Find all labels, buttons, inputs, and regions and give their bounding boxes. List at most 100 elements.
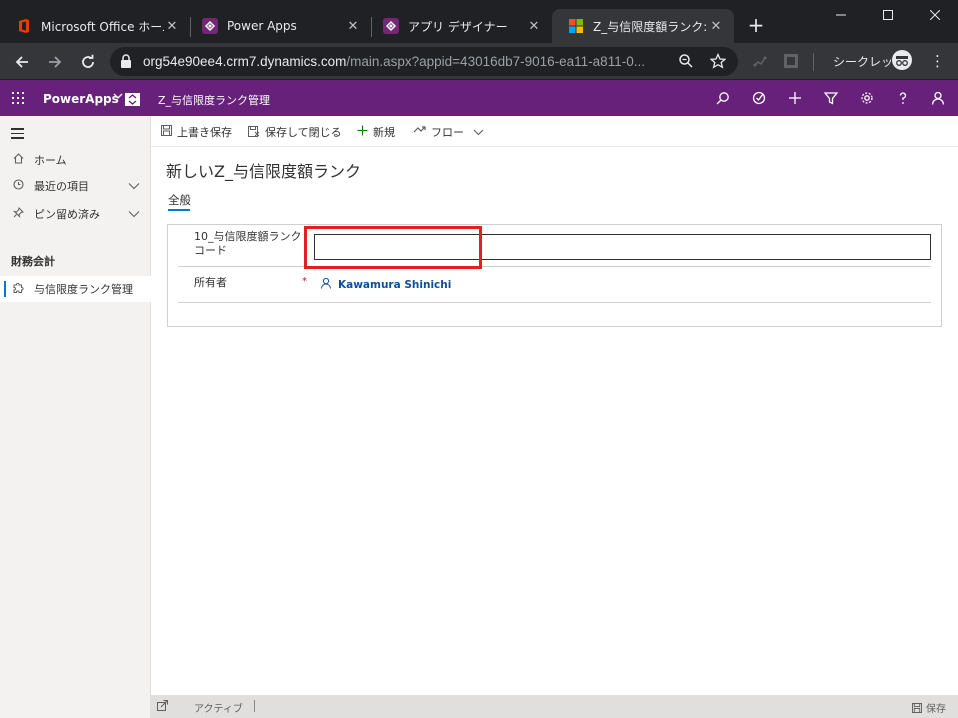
add-icon[interactable] [786, 89, 804, 107]
arrow-right-icon [49, 56, 62, 68]
save-label: 上書き保存 [177, 126, 232, 139]
lock-icon [121, 54, 131, 68]
required-indicator: * [302, 276, 307, 287]
owner-name: Kawamura Shinichi [338, 278, 452, 291]
arrow-left-icon [15, 56, 28, 68]
footer-save-label: 保存 [926, 704, 946, 715]
waffle-icon[interactable] [12, 92, 24, 104]
annotation-highlight-box [304, 226, 482, 269]
close-tab-icon[interactable]: ✕ [526, 19, 542, 34]
save-and-close-button[interactable]: 保存して閉じる [248, 124, 342, 140]
rank-code-label-line1: 10_与信限度額ランク [194, 230, 302, 243]
new-tab-button[interactable]: + [745, 14, 767, 36]
site-map-nav: ホーム 最近の項目 ピン留め済み 財務会計 与信限度ランク管理 [0, 116, 151, 718]
incognito-icon[interactable] [892, 50, 912, 70]
chevron-down-icon[interactable] [113, 91, 123, 104]
settings-gear-icon[interactable] [858, 89, 876, 107]
browser-tab-bar: Microsoft Office ホーム ✕ Power Apps ✕ アプリ … [0, 0, 958, 43]
flow-label: フロー [431, 126, 464, 139]
puzzle-icon [11, 282, 25, 297]
browser-tab-powerapps[interactable]: Power Apps ✕ [186, 9, 371, 43]
minimize-icon [836, 14, 846, 16]
open-in-new-window-icon[interactable] [157, 700, 168, 714]
search-icon[interactable] [714, 89, 732, 107]
plus-icon [357, 125, 368, 139]
owner-lookup-value[interactable]: Kawamura Shinichi [320, 277, 451, 292]
browser-tab-office[interactable]: Microsoft Office ホーム ✕ [0, 9, 190, 43]
task-icon[interactable] [750, 89, 768, 107]
new-button[interactable]: 新規 [357, 124, 395, 140]
bookmark-star-icon[interactable] [710, 53, 726, 69]
close-tab-icon[interactable]: ✕ [164, 19, 180, 34]
browser-tab-app-designer[interactable]: アプリ デザイナー ✕ [367, 9, 552, 43]
user-icon[interactable] [929, 89, 947, 107]
record-status: アクティブ [194, 704, 243, 715]
office-icon [19, 19, 29, 33]
extension-icon-2[interactable] [783, 53, 799, 69]
powerapps-icon [383, 18, 399, 34]
zoom-icon[interactable] [678, 53, 694, 69]
tab-title: Z_与信限度額ランク: 情 [593, 19, 708, 34]
microsoft-icon [569, 19, 583, 33]
footer-save-button[interactable]: 保存 [912, 700, 946, 715]
maximize-icon [883, 10, 893, 20]
person-icon [320, 277, 332, 292]
nav-item-label: ホーム [34, 154, 67, 167]
chevron-down-icon[interactable] [128, 180, 140, 193]
status-divider [254, 700, 255, 712]
browser-menu-icon[interactable]: ⋮ [930, 52, 945, 70]
app-header: PowerApps Z_与信限度ランク管理 [0, 80, 958, 116]
rank-code-label: 10_与信限度額ランク コード [194, 230, 302, 258]
save-and-close-label: 保存して閉じる [265, 126, 342, 139]
save-close-icon [248, 125, 260, 140]
address-bar[interactable]: org54e90ee4.crm7.dynamics.com/main.aspx?… [110, 47, 738, 76]
clock-icon [11, 179, 25, 193]
flow-icon [413, 125, 426, 139]
tab-general[interactable]: 全般 [168, 192, 191, 208]
reload-button[interactable] [76, 50, 100, 74]
tab-title: アプリ デザイナー [408, 19, 508, 34]
nav-item-home[interactable]: ホーム [0, 147, 151, 173]
nav-item-credit-rank[interactable]: 与信限度ランク管理 [0, 276, 151, 302]
nav-item-recent[interactable]: 最近の項目 [0, 173, 151, 199]
url-path: /main.aspx?appid=43016db7-9016-ea11-a811… [346, 54, 645, 69]
maximize-button[interactable] [865, 0, 911, 30]
extension-icon[interactable] [752, 53, 768, 69]
chevron-down-icon[interactable] [128, 208, 140, 221]
hamburger-menu-icon[interactable] [11, 128, 24, 142]
tab-active-indicator [168, 209, 190, 211]
browser-tab-active[interactable]: Z_与信限度額ランク: 情 ✕ [552, 9, 734, 43]
save-icon [912, 702, 922, 713]
back-button[interactable] [10, 50, 34, 74]
toolbar-divider [813, 53, 814, 71]
rank-code-label-line2: コード [194, 244, 227, 257]
command-bar: 上書き保存 保存して閉じる 新規 フロー [151, 116, 958, 147]
new-label: 新規 [373, 126, 395, 139]
reload-icon [82, 54, 94, 68]
app-name[interactable]: PowerApps [43, 92, 119, 106]
nav-item-label: 与信限度ランク管理 [34, 283, 133, 296]
tab-title: Power Apps [227, 19, 297, 33]
pin-icon [11, 207, 25, 221]
close-tab-icon[interactable]: ✕ [708, 19, 724, 34]
url-text: org54e90ee4.crm7.dynamics.com/main.aspx?… [143, 54, 645, 69]
flow-button[interactable]: フロー [413, 124, 484, 140]
row-divider [178, 266, 931, 267]
area-name: Z_与信限度ランク管理 [158, 94, 271, 107]
app-switch-icon[interactable] [125, 93, 140, 106]
nav-item-label: ピン留め済み [34, 208, 100, 221]
nav-item-label: 最近の項目 [34, 180, 89, 193]
save-icon [161, 125, 172, 139]
browser-toolbar: org54e90ee4.crm7.dynamics.com/main.aspx?… [0, 43, 958, 80]
nav-item-pinned[interactable]: ピン留め済み [0, 201, 151, 227]
filter-icon[interactable] [822, 89, 840, 107]
save-button[interactable]: 上書き保存 [161, 124, 232, 140]
close-tab-icon[interactable]: ✕ [345, 19, 361, 34]
url-host: org54e90ee4.crm7.dynamics.com [143, 54, 347, 69]
help-icon[interactable] [894, 89, 912, 107]
owner-label: 所有者 [194, 276, 227, 289]
minimize-button[interactable] [818, 0, 864, 30]
forward-button[interactable] [43, 50, 67, 74]
close-icon [930, 10, 940, 20]
window-close-button[interactable] [912, 0, 958, 30]
